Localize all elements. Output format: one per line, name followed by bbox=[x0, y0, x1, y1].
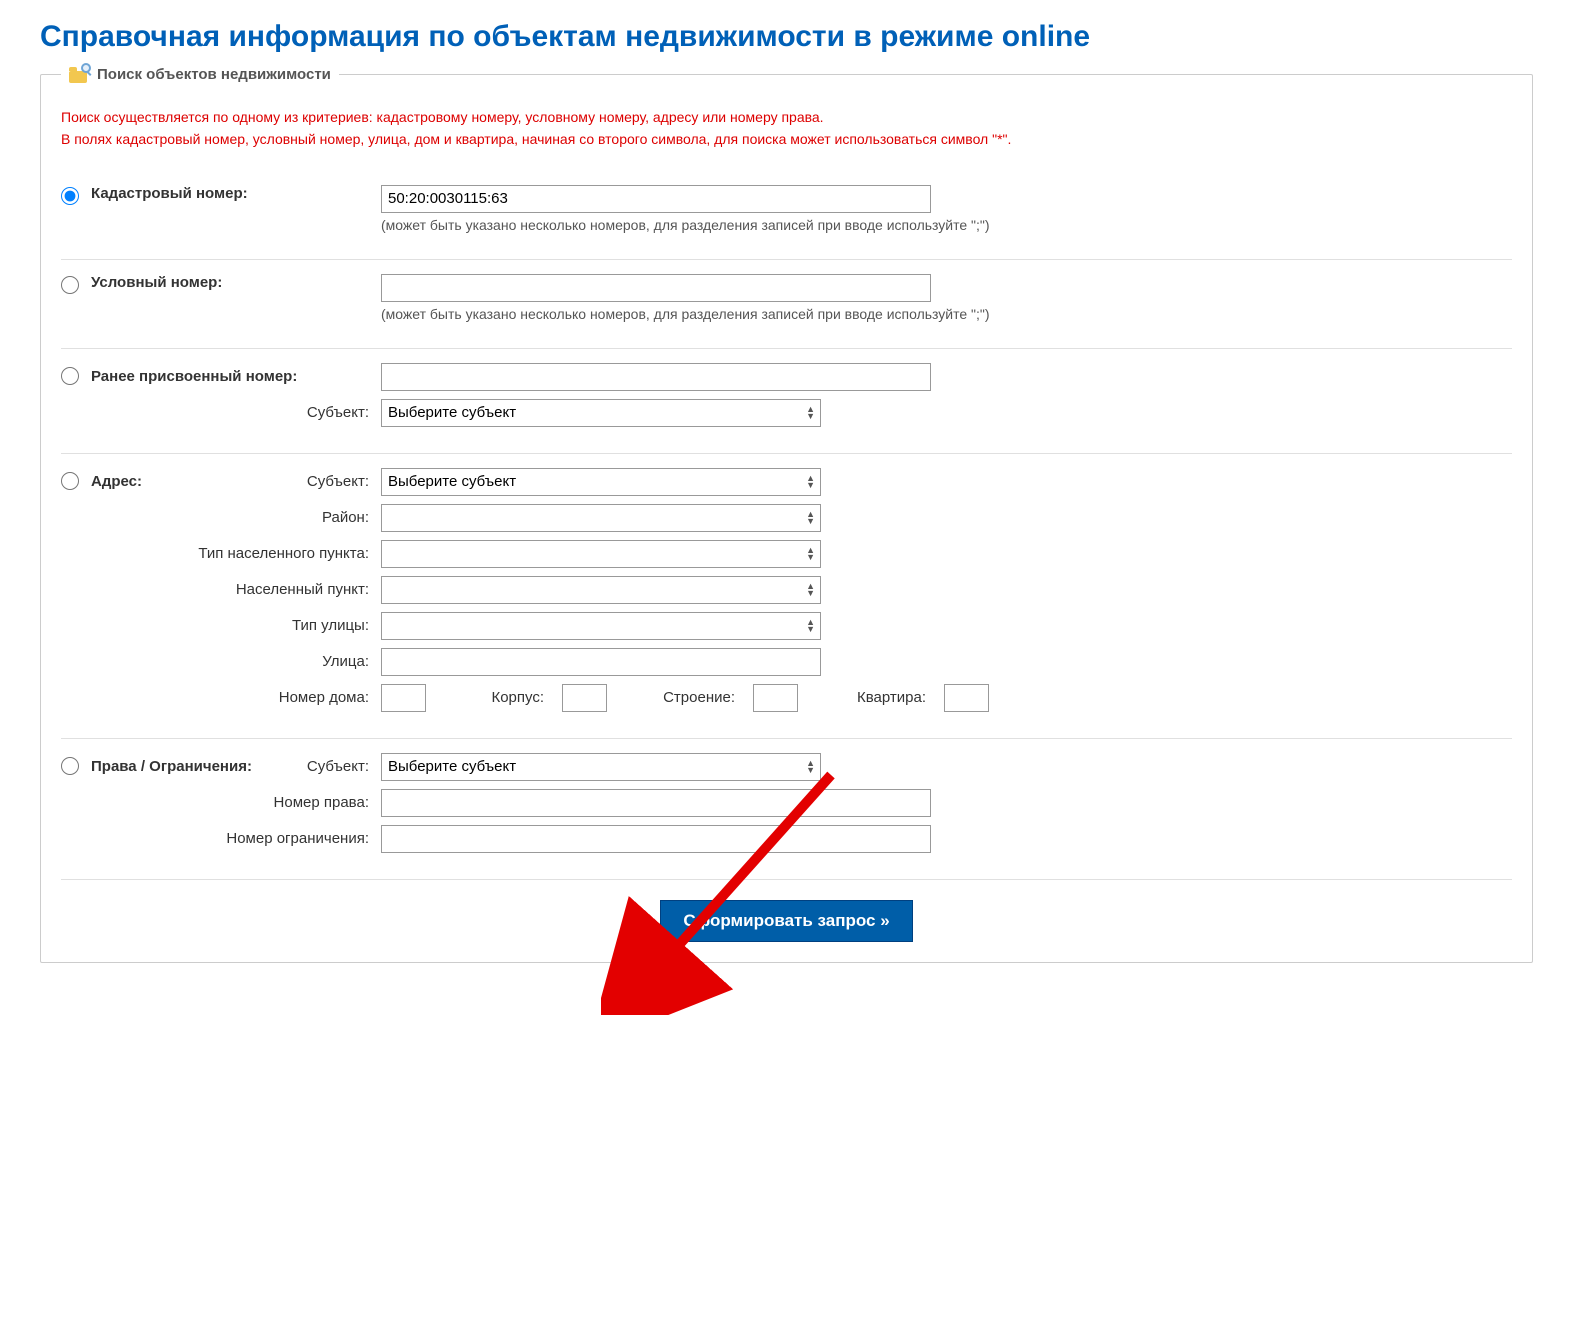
input-house[interactable] bbox=[381, 684, 426, 712]
label-district: Район: bbox=[91, 509, 381, 526]
input-flat[interactable] bbox=[944, 684, 989, 712]
select-district[interactable] bbox=[381, 504, 821, 532]
select-address-subject[interactable]: Выберите субъект bbox=[381, 468, 821, 496]
select-previous-subject[interactable]: Выберите субъект bbox=[381, 399, 821, 427]
label-house: Номер дома: bbox=[91, 689, 381, 706]
label-street-type: Тип улицы: bbox=[91, 617, 381, 634]
fieldset-legend: Поиск объектов недвижимости bbox=[61, 63, 339, 85]
input-right-number[interactable] bbox=[381, 789, 931, 817]
search-fieldset: Поиск объектов недвижимости Поиск осущес… bbox=[40, 74, 1533, 963]
hint-conditional: (может быть указано несколько номеров, д… bbox=[381, 306, 990, 322]
input-restriction-number[interactable] bbox=[381, 825, 931, 853]
select-street-type[interactable] bbox=[381, 612, 821, 640]
section-conditional: Условный номер: (может быть указано неск… bbox=[61, 260, 1512, 349]
radio-cadastral[interactable] bbox=[61, 187, 79, 205]
input-conditional[interactable] bbox=[381, 274, 931, 302]
info-line-1: Поиск осуществляется по одному из критер… bbox=[61, 106, 1512, 128]
page-title: Справочная информация по объектам недвиж… bbox=[40, 20, 1533, 54]
info-line-2: В полях кадастровый номер, условный номе… bbox=[61, 128, 1512, 150]
label-address: Адрес: bbox=[91, 473, 142, 490]
submit-button[interactable]: Сформировать запрос » bbox=[660, 900, 912, 942]
label-flat: Квартира: bbox=[816, 689, 926, 706]
legend-text: Поиск объектов недвижимости bbox=[97, 66, 331, 83]
info-block: Поиск осуществляется по одному из критер… bbox=[61, 106, 1512, 151]
label-cadastral: Кадастровый номер: bbox=[91, 185, 381, 202]
section-address: Адрес: Субъект: Выберите субъект ▲▼ Райо… bbox=[61, 454, 1512, 739]
label-address-subject: Субъект: bbox=[307, 473, 369, 490]
section-cadastral: Кадастровый номер: (может быть указано н… bbox=[61, 171, 1512, 260]
select-settlement[interactable] bbox=[381, 576, 821, 604]
select-rights-subject[interactable]: Выберите субъект bbox=[381, 753, 821, 781]
label-settlement: Населенный пункт: bbox=[91, 581, 381, 598]
folder-search-icon bbox=[69, 63, 91, 85]
radio-address[interactable] bbox=[61, 472, 79, 490]
select-settlement-type[interactable] bbox=[381, 540, 821, 568]
input-corpus[interactable] bbox=[562, 684, 607, 712]
label-previous: Ранее присвоенный номер: bbox=[91, 368, 381, 385]
input-previous[interactable] bbox=[381, 363, 931, 391]
label-building: Строение: bbox=[625, 689, 735, 706]
section-previous: Ранее присвоенный номер: Субъект: Выбери… bbox=[61, 349, 1512, 454]
input-street[interactable] bbox=[381, 648, 821, 676]
label-corpus: Корпус: bbox=[444, 689, 544, 706]
label-right-number: Номер права: bbox=[91, 794, 381, 811]
hint-cadastral: (может быть указано несколько номеров, д… bbox=[381, 217, 990, 233]
label-settlement-type: Тип населенного пункта: bbox=[91, 545, 381, 562]
radio-rights[interactable] bbox=[61, 757, 79, 775]
label-restriction-number: Номер ограничения: bbox=[91, 830, 381, 847]
label-rights: Права / Ограничения: bbox=[91, 758, 252, 775]
input-building[interactable] bbox=[753, 684, 798, 712]
radio-previous[interactable] bbox=[61, 367, 79, 385]
input-cadastral[interactable] bbox=[381, 185, 931, 213]
label-rights-subject: Субъект: bbox=[307, 758, 369, 775]
section-rights: Права / Ограничения: Субъект: Выберите с… bbox=[61, 739, 1512, 880]
radio-conditional[interactable] bbox=[61, 276, 79, 294]
label-previous-subject: Субъект: bbox=[91, 404, 381, 421]
label-street: Улица: bbox=[91, 653, 381, 670]
label-conditional: Условный номер: bbox=[91, 274, 381, 291]
